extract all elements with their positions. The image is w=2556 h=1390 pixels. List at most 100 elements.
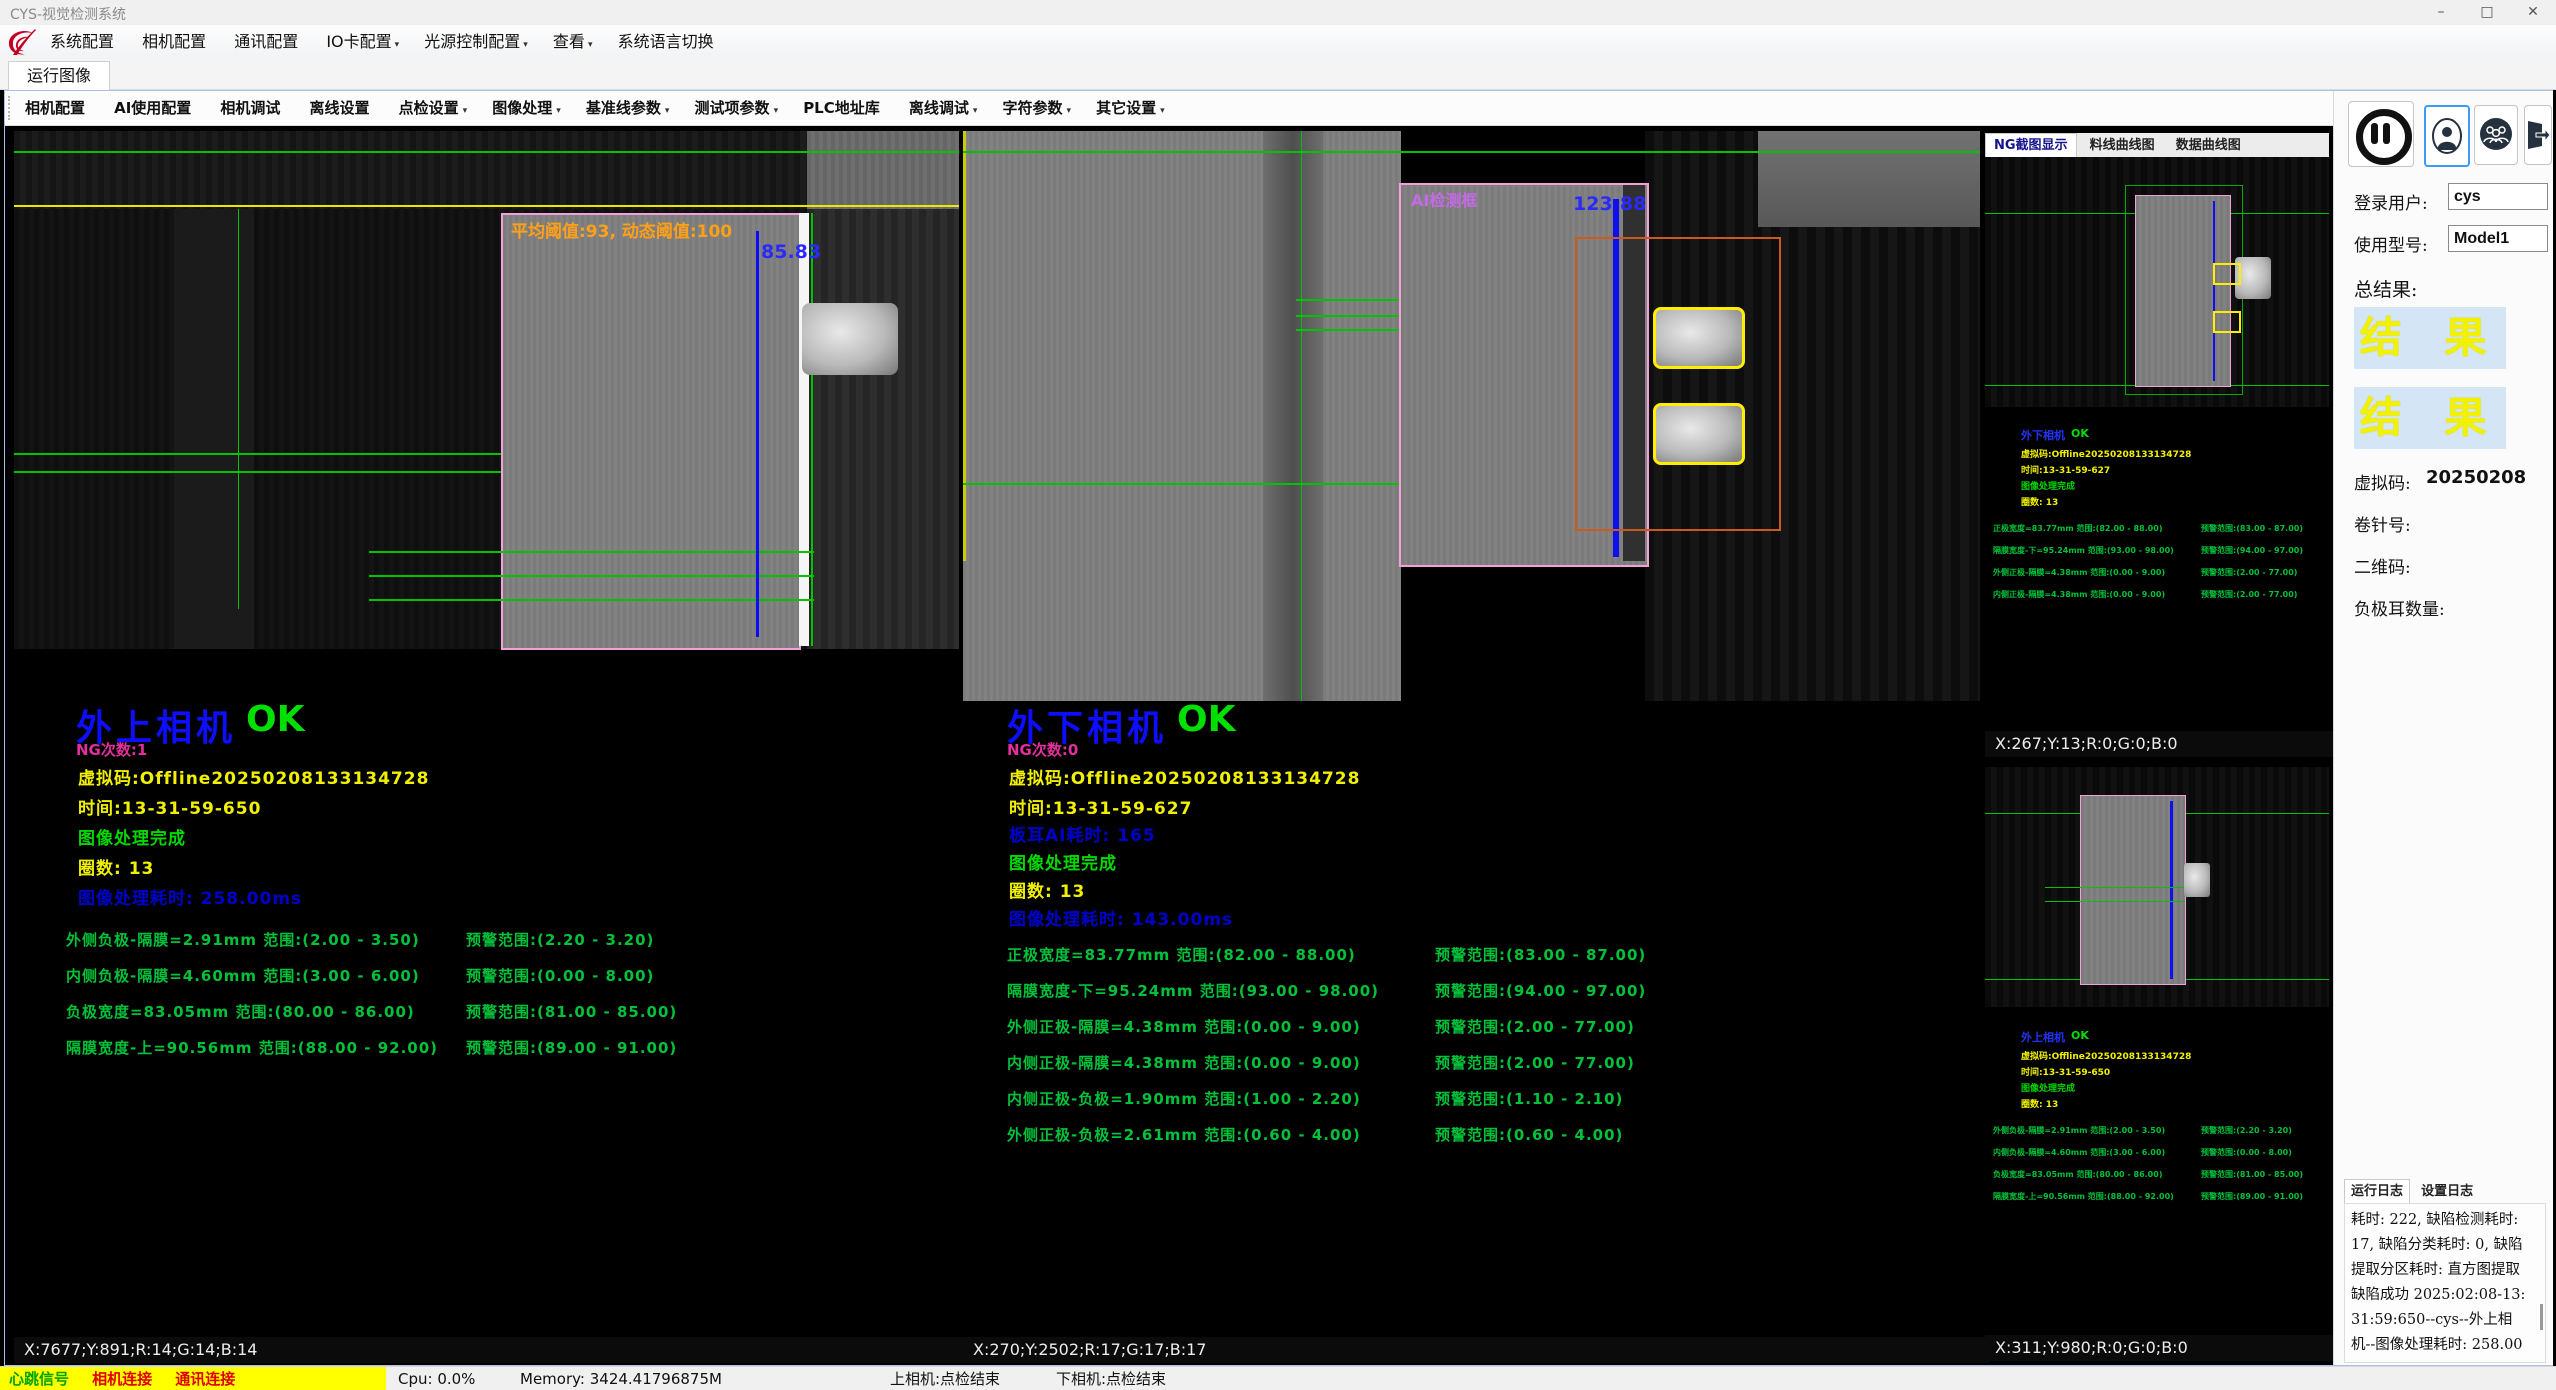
tab-settings-log[interactable]: 设置日志 <box>2415 1180 2479 1203</box>
pause-button[interactable] <box>2348 101 2414 167</box>
ng-snapshot-top-status: X:267;Y:13;R:0;G:0;B:0 <box>1985 731 2339 757</box>
info-ai-time: 板耳AI耗时: 165 <box>1009 821 1156 846</box>
info-loop-count: 圈数: 13 <box>1009 877 1085 902</box>
minimize-icon[interactable]: – <box>2418 0 2464 25</box>
login-user-button[interactable] <box>2424 105 2470 167</box>
warn-range: 预警范围:(2.20 - 3.20) <box>466 929 654 950</box>
info-virtual-code: 虚拟码:Offline20250208133134728 <box>78 764 429 789</box>
tab-run-image[interactable]: 运行图像 <box>8 61 110 90</box>
log-panel: 耗时: 222, 缺陷检测耗时: 17, 缺陷分类耗时: 0, 缺陷提取分区耗时… <box>2344 1203 2546 1363</box>
menu-system-config[interactable]: 系统配置 <box>40 25 127 62</box>
warn-range: 预警范围:(83.00 - 87.00) <box>1435 944 1646 965</box>
tool-plc-address[interactable]: PLC地址库 <box>793 91 894 128</box>
tab-ng-screenshot[interactable]: NG截图显示 <box>1985 133 2077 157</box>
login-user-input[interactable] <box>2448 183 2548 210</box>
left-camera-view[interactable]: 平均阈值:93, 动态阈值:100 85.83 外上相机 OK NG次数:1 虚… <box>14 131 959 1337</box>
tool-offline-settings[interactable]: 离线设置 <box>300 91 384 128</box>
users-icon <box>2479 117 2513 151</box>
camera-link-status: 相机连接 <box>83 1367 161 1390</box>
tab-run-log[interactable]: 运行日志 <box>2344 1179 2410 1203</box>
ng-snapshot-bottom-status: X:311;Y:980;R:0;G:0;B:0 <box>1985 1335 2339 1361</box>
toolbar: 相机配置 AI使用配置 相机调试 离线设置 点检设置▾ 图像处理▾ 基准线参数▾… <box>5 91 2550 126</box>
tool-spot-check[interactable]: 点检设置▾ <box>389 91 478 128</box>
middle-camera-view[interactable]: AI检测框 123.88 外下相机 OK NG次数:0 虚拟码:Offline2… <box>963 131 1980 1337</box>
left-camera-status: X:7677;Y:891;R:14;G:14;B:14 <box>14 1337 969 1363</box>
blue-measure-line <box>756 231 759 637</box>
info-process-time: 图像处理耗时: 143.00ms <box>1009 905 1233 930</box>
maximize-icon[interactable]: □ <box>2464 0 2510 25</box>
login-user-label: 登录用户: <box>2354 189 2428 214</box>
log-tab-strip: 运行日志 设置日志 错误日志 <box>2344 1179 2548 1203</box>
exit-button[interactable] <box>2524 105 2552 165</box>
close-icon[interactable]: ✕ <box>2510 0 2556 25</box>
log-scrollbar[interactable] <box>2540 1304 2543 1330</box>
tab-detect-box <box>1653 403 1745 465</box>
mini-info: 虚拟码:Offline20250208133134728 <box>2021 447 2191 460</box>
pause-icon <box>2371 123 2378 144</box>
tool-camera-debug[interactable]: 相机调试 <box>210 91 294 128</box>
tool-camera-config[interactable]: 相机配置 <box>15 91 99 128</box>
ng-tab-strip: NG截图显示 料线曲线图 数据曲线图 <box>1985 133 2329 158</box>
warn-range: 预警范围:(89.00 - 91.00) <box>466 1037 677 1058</box>
total-result-label: 总结果: <box>2354 275 2417 302</box>
menu-light-config[interactable]: 光源控制配置▾ <box>414 25 538 62</box>
ng-snapshot-bottom[interactable]: 外上相机 OK 虚拟码:Offline20250208133134728 时间:… <box>1985 767 2329 1333</box>
mini-measurement: 外侧正极-隔膜=4.38mm 范围:(0.00 - 9.00) <box>1993 567 2165 578</box>
mini-camera-name: 外上相机 <box>2021 1029 2065 1045</box>
measurement: 外侧正极-负极=2.61mm 范围:(0.60 - 4.00) <box>1007 1124 1361 1145</box>
mini-info: 虚拟码:Offline20250208133134728 <box>2021 1049 2191 1062</box>
status-bar: 心跳信号 相机连接 通讯连接 Cpu: 0.0% Memory: 3424.41… <box>0 1366 2556 1390</box>
tool-offline-debug[interactable]: 离线调试▾ <box>899 91 988 128</box>
result-box-top: 结 果 <box>2354 307 2506 369</box>
mini-info: 图像处理完成 <box>2021 1081 2075 1094</box>
mini-measurement: 内侧负极-隔膜=4.60mm 范围:(3.00 - 6.00) <box>1993 1147 2165 1158</box>
measurement: 隔膜宽度-下=95.24mm 范围:(93.00 - 98.00) <box>1007 980 1379 1001</box>
warn-range: 预警范围:(1.10 - 2.10) <box>1435 1088 1623 1109</box>
model-label: 使用型号: <box>2354 231 2428 256</box>
result-box-bottom: 结 果 <box>2354 387 2506 449</box>
info-virtual-code: 虚拟码:Offline20250208133134728 <box>1009 764 1360 789</box>
tool-baseline-params[interactable]: 基准线参数▾ <box>576 91 680 128</box>
mini-measurement: 正极宽度=83.77mm 范围:(82.00 - 88.00) <box>1993 523 2162 534</box>
warn-range: 预警范围:(2.00 - 77.00) <box>1435 1052 1635 1073</box>
tool-ai-config[interactable]: AI使用配置 <box>104 91 205 128</box>
needle-number-label: 卷针号: <box>2354 511 2411 536</box>
info-loop-count: 圈数: 13 <box>78 854 154 879</box>
tool-test-params[interactable]: 测试项参数▾ <box>685 91 789 128</box>
tab-strip: 运行图像 <box>0 59 2556 90</box>
ng-snapshot-top[interactable]: 外下相机 OK 虚拟码:Offline20250208133134728 时间:… <box>1985 157 2329 731</box>
tool-image-processing[interactable]: 图像处理▾ <box>482 91 571 128</box>
tab-line-curve[interactable]: 料线曲线图 <box>2082 134 2163 157</box>
blue-value-label: 123.88 <box>1573 193 1646 215</box>
menu-items: 系统配置 相机配置 通讯配置 IO卡配置▾ 光源控制配置▾ 查看▾ 系统语言切换 <box>40 25 727 59</box>
camera-result: OK <box>246 699 305 740</box>
qr-code-label: 二维码: <box>2354 553 2411 578</box>
title-bar: CYS-视觉检测系统 – □ ✕ <box>0 0 2556 26</box>
tab-data-curve[interactable]: 数据曲线图 <box>2168 134 2249 157</box>
mini-measurement: 内侧正极-隔膜=4.38mm 范围:(0.00 - 9.00) <box>1993 589 2165 600</box>
mini-camera-name: 外下相机 <box>2021 427 2065 443</box>
mini-info: 时间:13-31-59-650 <box>2021 1065 2110 1078</box>
user-group-button[interactable] <box>2474 105 2518 165</box>
menu-comm-config[interactable]: 通讯配置 <box>224 25 311 62</box>
mini-measurement: 隔膜宽度-上=90.56mm 范围:(88.00 - 92.00) <box>1993 1191 2174 1202</box>
orange-roi-box <box>1575 237 1781 531</box>
menu-io-config[interactable]: IO卡配置▾ <box>316 25 409 62</box>
menu-language-switch[interactable]: 系统语言切换 <box>608 25 727 62</box>
lower-camera-status: 下相机:点检结束 <box>1056 1367 1166 1390</box>
middle-camera-status: X:270;Y:2502;R:17;G:17;B:17 <box>963 1337 1990 1363</box>
measurement: 内侧负极-隔膜=4.60mm 范围:(3.00 - 6.00) <box>66 965 420 986</box>
camera-result: OK <box>1177 699 1236 740</box>
tool-char-params[interactable]: 字符参数▾ <box>992 91 1081 128</box>
heartbeat-status: 心跳信号 <box>0 1367 78 1390</box>
virtual-code-label: 虚拟码: <box>2354 469 2411 494</box>
warn-range: 预警范围:(81.00 - 85.00) <box>466 1001 677 1022</box>
mini-measurement: 隔膜宽度-下=95.24mm 范围:(93.00 - 98.00) <box>1993 545 2174 556</box>
menu-camera-config[interactable]: 相机配置 <box>132 25 219 62</box>
toolbar-grip[interactable] <box>8 96 13 120</box>
tool-other-settings[interactable]: 其它设置▾ <box>1086 91 1175 128</box>
model-input[interactable] <box>2448 225 2548 252</box>
menu-view[interactable]: 查看▾ <box>543 25 603 62</box>
mini-measurement: 预警范围:(89.00 - 91.00) <box>2201 1191 2303 1202</box>
app-window: CYS-视觉检测系统 – □ ✕ 系统配置 相机配置 通讯配置 IO卡配置▾ 光… <box>0 0 2556 1390</box>
